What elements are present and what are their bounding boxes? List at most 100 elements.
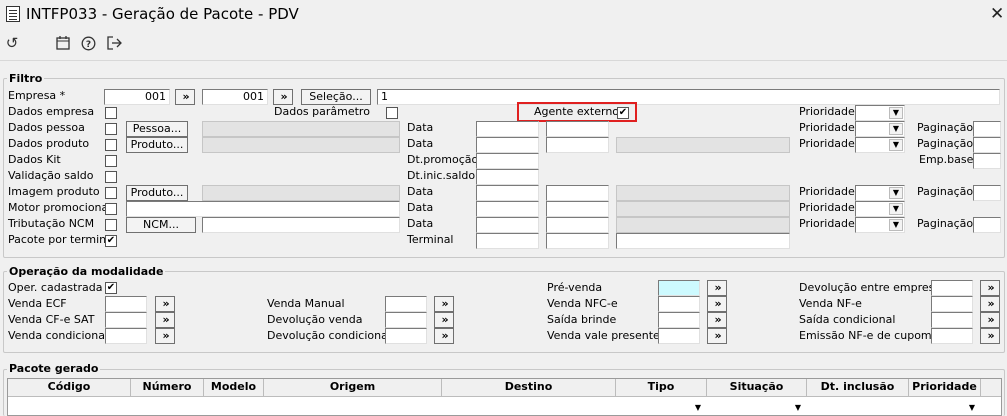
venda-manual-arrow-button[interactable]: » [434, 296, 454, 312]
toolbar-divider [0, 60, 1007, 61]
ncm-input[interactable] [202, 217, 400, 233]
col-header-dt-inclusao[interactable]: Dt. inclusão [807, 379, 909, 397]
motor-data-from-input[interactable] [476, 201, 539, 217]
ncm-data-from-input[interactable] [476, 217, 539, 233]
venda-nfce-arrow-button[interactable]: » [707, 296, 727, 312]
venda-manual-input[interactable] [385, 296, 427, 312]
venda-condicional-arrow-button[interactable]: » [155, 328, 175, 344]
dt-inic-saldo-input[interactable] [476, 169, 539, 185]
dt-promocao-input[interactable] [476, 153, 539, 169]
oper-cadastrada-label: Oper. cadastrada [8, 281, 103, 294]
svg-text:?: ? [85, 40, 90, 50]
col-header-modelo[interactable]: Modelo [204, 379, 264, 397]
motor-promocional-checkbox[interactable] [105, 203, 117, 215]
devolucao-entre-empresa-input[interactable] [931, 280, 973, 296]
refresh-icon[interactable]: ↺ [2, 33, 22, 53]
imagem-produto-button[interactable]: Produto... [126, 185, 188, 201]
col-header-codigo[interactable]: Código [8, 379, 131, 397]
pre-venda-arrow-button[interactable]: » [707, 280, 727, 296]
help-icon[interactable]: ? [78, 33, 98, 53]
pacote-terminal-checkbox[interactable]: ✔ [105, 235, 117, 247]
terminal-extra-input[interactable] [616, 233, 790, 249]
devolucao-entre-empresa-arrow-button[interactable]: » [980, 280, 1000, 296]
motor-data-to-input[interactable] [546, 201, 609, 217]
produto-data-from-input[interactable] [476, 137, 539, 153]
pre-venda-input[interactable] [658, 280, 700, 296]
close-icon[interactable]: ✕ [990, 4, 1004, 24]
selecao-button[interactable]: Seleção... [301, 89, 371, 105]
col-header-numero[interactable]: Número [131, 379, 204, 397]
exit-icon[interactable] [104, 33, 124, 53]
dados-parametro-checkbox[interactable] [386, 107, 398, 119]
venda-vale-presente-input[interactable] [658, 328, 700, 344]
col-header-prioridade[interactable]: Prioridade [909, 379, 981, 397]
ncm-button[interactable]: NCM... [126, 217, 196, 233]
venda-cfe-sat-arrow-button[interactable]: » [155, 312, 175, 328]
imagem-produto-checkbox[interactable] [105, 187, 117, 199]
venda-ecf-input[interactable] [105, 296, 147, 312]
produto-button[interactable]: Produto... [126, 137, 188, 153]
prioridade-chevron-down-icon[interactable]: ▼ [966, 403, 978, 413]
terminal-from-input[interactable] [476, 233, 539, 249]
prioridade-label-4: Prioridade [799, 185, 855, 198]
paginacao-input-1[interactable] [973, 121, 1001, 137]
pessoa-data-to-input[interactable] [546, 121, 609, 137]
emp-base-input[interactable] [973, 153, 1001, 169]
prioridade-select-3[interactable]: ▼ [855, 137, 905, 153]
dados-pessoa-checkbox[interactable] [105, 123, 117, 135]
saida-brinde-input[interactable] [658, 312, 700, 328]
col-header-situacao[interactable]: Situação [707, 379, 807, 397]
col-header-tipo[interactable]: Tipo [616, 379, 707, 397]
emissao-nfe-cupom-arrow-button[interactable]: » [980, 328, 1000, 344]
produto-data-to-input[interactable] [546, 137, 609, 153]
paginacao-input-4[interactable] [973, 217, 1001, 233]
venda-nfe-input[interactable] [931, 296, 973, 312]
saida-brinde-arrow-button[interactable]: » [707, 312, 727, 328]
prioridade-select-2[interactable]: ▼ [855, 121, 905, 137]
tipo-chevron-down-icon[interactable]: ▼ [692, 403, 704, 413]
motor-promocional-input[interactable] [126, 201, 400, 217]
dados-kit-checkbox[interactable] [105, 155, 117, 167]
empresa-to-input[interactable]: 001 [202, 89, 268, 105]
tributacao-ncm-checkbox[interactable] [105, 219, 117, 231]
devolucao-condicional-input[interactable] [385, 328, 427, 344]
empresa-from-arrow-button[interactable]: » [175, 89, 195, 105]
pessoa-button[interactable]: Pessoa... [126, 121, 188, 137]
validacao-saldo-checkbox[interactable] [105, 171, 117, 183]
venda-cfe-sat-input[interactable] [105, 312, 147, 328]
col-header-origem[interactable]: Origem [264, 379, 442, 397]
dados-produto-checkbox[interactable] [105, 139, 117, 151]
col-header-destino[interactable]: Destino [442, 379, 616, 397]
devolucao-venda-arrow-button[interactable]: » [434, 312, 454, 328]
prioridade-select-5[interactable]: ▼ [855, 201, 905, 217]
saida-condicional-arrow-button[interactable]: » [980, 312, 1000, 328]
venda-condicional-input[interactable] [105, 328, 147, 344]
imagem-data-to-input[interactable] [546, 185, 609, 201]
situacao-chevron-down-icon[interactable]: ▼ [792, 403, 804, 413]
dados-empresa-checkbox[interactable] [105, 107, 117, 119]
prioridade-select-6[interactable]: ▼ [855, 217, 905, 233]
terminal-to-input[interactable] [546, 233, 609, 249]
calendar-icon[interactable] [53, 33, 73, 53]
venda-vale-presente-arrow-button[interactable]: » [707, 328, 727, 344]
venda-ecf-arrow-button[interactable]: » [155, 296, 175, 312]
devolucao-condicional-arrow-button[interactable]: » [434, 328, 454, 344]
paginacao-input-3[interactable] [973, 185, 1001, 201]
ncm-data-to-input[interactable] [546, 217, 609, 233]
empresa-from-input[interactable]: 001 [104, 89, 170, 105]
prioridade-select-1[interactable]: ▼ [855, 105, 905, 121]
oper-cadastrada-checkbox[interactable]: ✔ [105, 282, 117, 294]
saida-condicional-input[interactable] [931, 312, 973, 328]
pessoa-data-from-input[interactable] [476, 121, 539, 137]
empresa-to-arrow-button[interactable]: » [273, 89, 293, 105]
venda-nfe-arrow-button[interactable]: » [980, 296, 1000, 312]
venda-nfce-input[interactable] [658, 296, 700, 312]
emp-base-label: Emp.base [919, 153, 974, 166]
emissao-nfe-cupom-input[interactable] [931, 328, 973, 344]
selecao-input[interactable]: 1 [377, 89, 1000, 105]
agente-externo-checkbox[interactable]: ✔ [617, 107, 629, 119]
devolucao-venda-input[interactable] [385, 312, 427, 328]
paginacao-input-2[interactable] [973, 137, 1001, 153]
imagem-data-from-input[interactable] [476, 185, 539, 201]
prioridade-select-4[interactable]: ▼ [855, 185, 905, 201]
